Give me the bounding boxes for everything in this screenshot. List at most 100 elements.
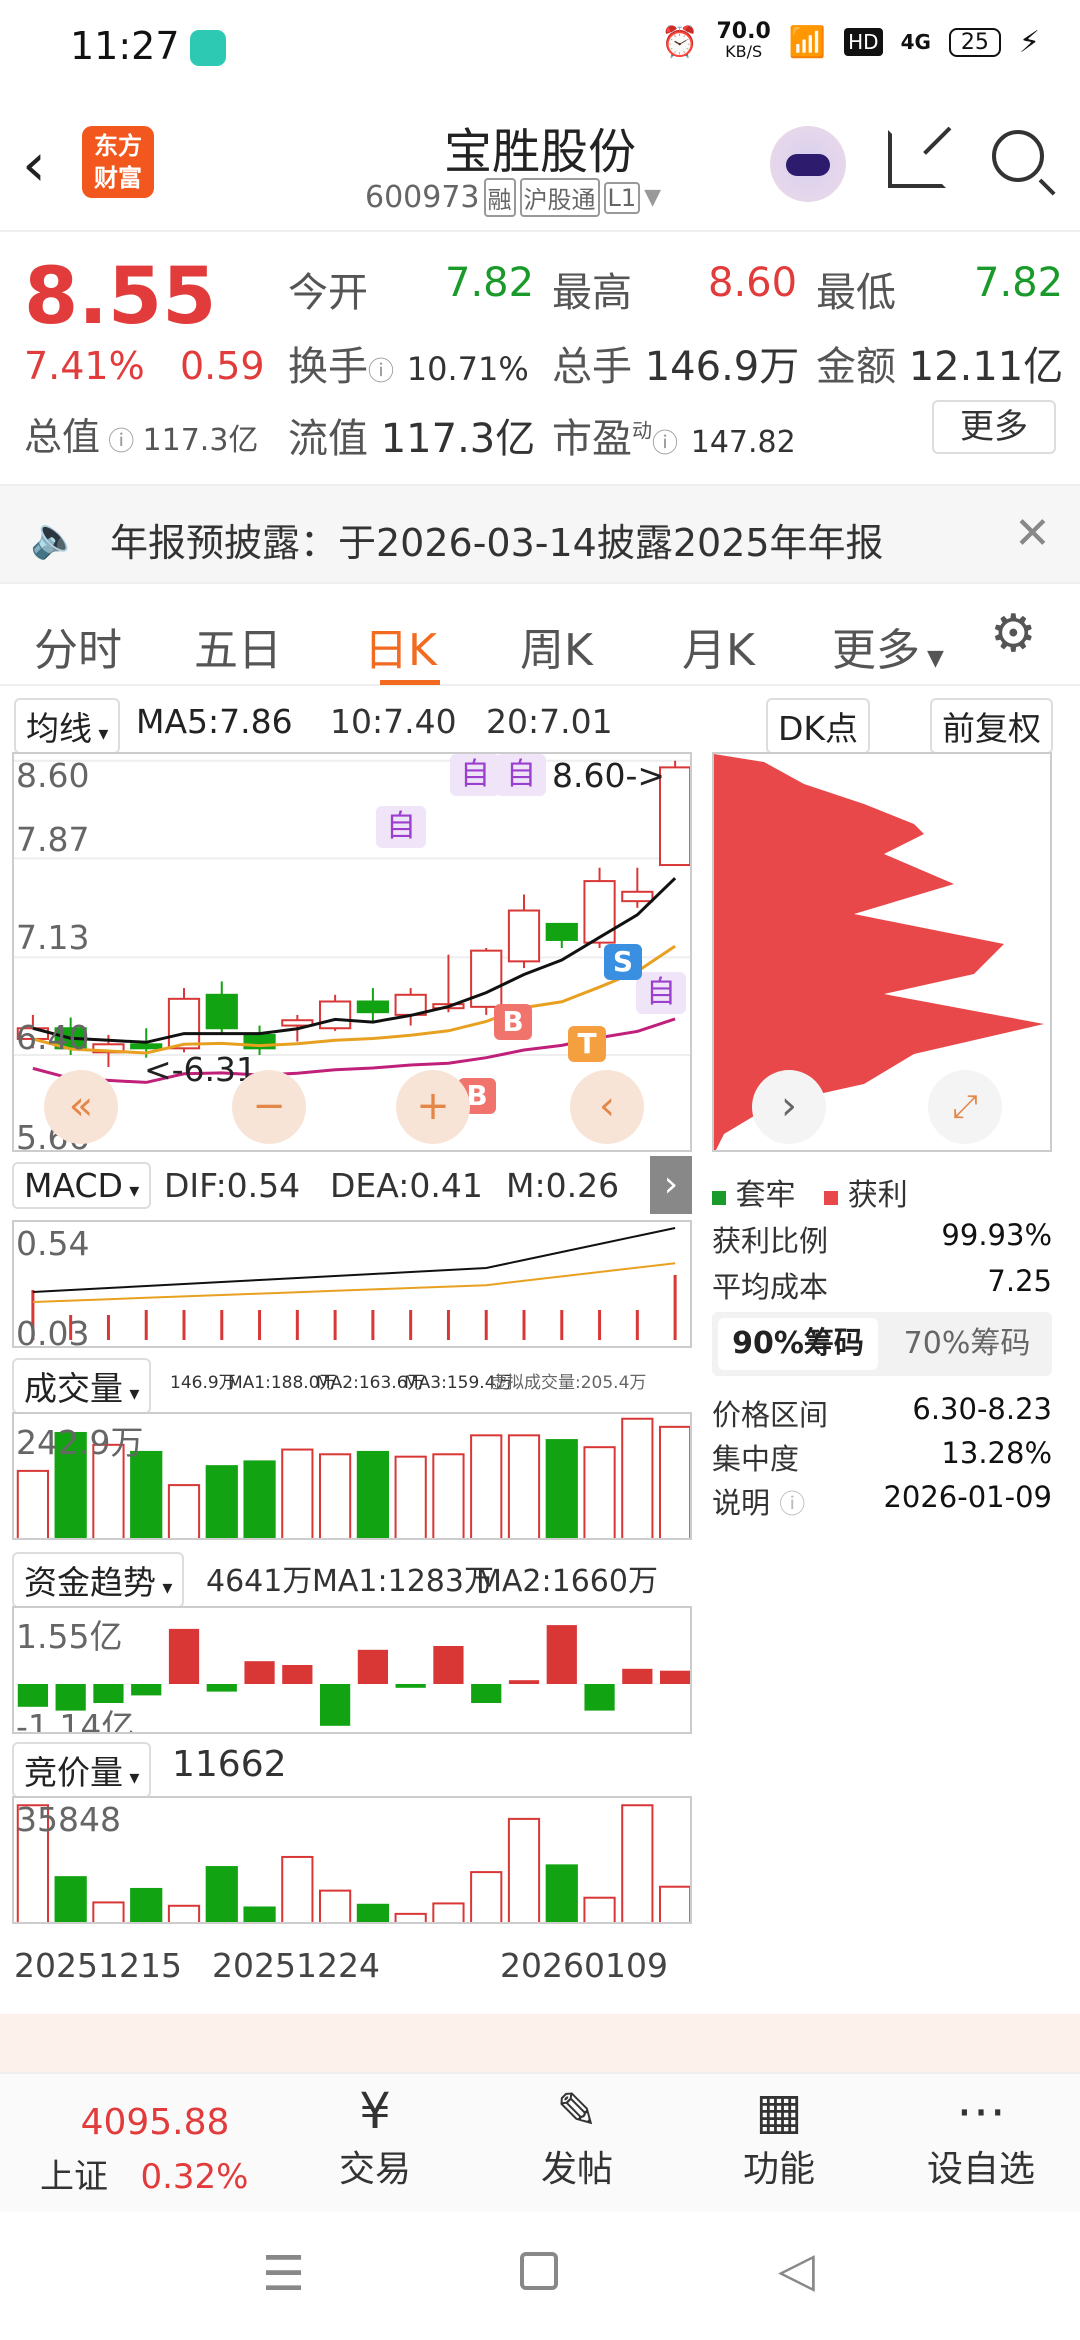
tab-chip-90[interactable]: 90%筹码 — [718, 1318, 878, 1370]
caret-down-icon[interactable]: ▼ — [644, 185, 661, 210]
stock-header: ‹ 东方 财富 宝胜股份 600973 融 沪股通 L1 ▼ — [0, 96, 1080, 232]
fund-bar — [433, 1646, 464, 1684]
more-button[interactable]: 更多 — [932, 400, 1056, 454]
info-icon[interactable]: ⓘ — [779, 1490, 805, 1520]
volume-bar — [16, 1469, 49, 1538]
back-nav-icon[interactable]: ◁ — [778, 2242, 815, 2298]
bottom-nav: 4095.88 上证 0.32% ¥ 交易 ✎ 发帖 ▦ 功能 ⋯ 设自选 — [0, 2072, 1080, 2212]
info-icon[interactable]: ⓘ — [100, 427, 143, 457]
kline-panel[interactable]: 8.60 7.87 7.13 6.40 5.66 8.60-> <-6.31 自… — [12, 752, 692, 1152]
menu-icon[interactable]: ☰ — [262, 2246, 305, 2302]
wifi-icon: 📶 — [788, 24, 827, 60]
home-icon[interactable] — [520, 2252, 558, 2290]
fund-bar — [471, 1684, 502, 1703]
prev-button[interactable]: ‹ — [570, 1070, 644, 1144]
fund-bar — [508, 1680, 540, 1684]
auction-bar — [545, 1864, 578, 1922]
tab-chip-70[interactable]: 70%筹码 — [892, 1318, 1042, 1370]
tab-intraday[interactable]: 分时 — [34, 614, 122, 678]
fund-bar — [282, 1665, 313, 1684]
tab-weekly-k[interactable]: 周K — [520, 614, 593, 678]
ma-selector[interactable]: 均线 ▾ — [14, 698, 121, 754]
self-select-marker[interactable]: 自 — [496, 754, 546, 796]
sell-marker[interactable]: S — [604, 944, 642, 980]
nav-functions[interactable]: ▦ 功能 — [714, 2082, 844, 2192]
nav-trade[interactable]: ¥ 交易 — [310, 2082, 440, 2192]
dea-line — [32, 1262, 676, 1303]
volume-panel[interactable]: 242.9万 — [12, 1412, 692, 1540]
self-select-marker[interactable]: 自 — [636, 972, 686, 1014]
tag-hgt: 沪股通 — [519, 178, 600, 217]
share-icon[interactable] — [888, 126, 952, 188]
open-label: 今开 — [288, 270, 368, 316]
adjust-button[interactable]: 前复权 — [930, 698, 1053, 754]
macd-panel[interactable]: 0.54 0.03 — [12, 1220, 692, 1348]
notice-bar[interactable]: 🔈 年报预披露：于2026-03-14披露2025年年报 ✕ — [0, 484, 1080, 584]
chip-distribution-panel[interactable]: › ⤢ — [712, 752, 1052, 1152]
fund-trend-selector[interactable]: 资金趋势 ▾ — [12, 1552, 185, 1608]
tab-daily-k[interactable]: 日K — [364, 614, 437, 678]
settings-icon[interactable]: ⚙ — [990, 604, 1037, 664]
zoom-out-button[interactable]: − — [232, 1070, 306, 1144]
notice-text[interactable]: 年报预披露：于2026-03-14披露2025年年报 — [110, 512, 884, 567]
self-select-marker[interactable]: 自 — [450, 754, 500, 796]
auction-bar — [394, 1912, 427, 1922]
self-select-marker[interactable]: 自 — [376, 806, 426, 848]
macd-chart — [31, 1227, 677, 1340]
chip-stat-row: 平均成本 7.25 — [712, 1264, 1052, 1304]
volume-selector[interactable]: 成交量 ▾ — [12, 1358, 152, 1414]
auction-bar — [281, 1855, 314, 1922]
fund-bar — [357, 1649, 388, 1684]
zoom-in-button[interactable]: + — [396, 1070, 470, 1144]
float-cap: 流值 117.3亿 — [288, 416, 536, 462]
turnover: 换手ⓘ 10.71% — [288, 344, 529, 390]
market-cap: 总值 ⓘ 117.3亿 — [24, 415, 259, 459]
auction-selector[interactable]: 竞价量 ▾ — [12, 1742, 152, 1798]
volume-bar — [507, 1434, 541, 1538]
speaker-icon: 🔈 — [30, 515, 80, 561]
pe-ratio: 市盈动ⓘ 147.82 — [552, 416, 796, 462]
expand-icon[interactable]: ⤢ — [928, 1070, 1002, 1144]
volume-value: 146.9万 — [170, 1373, 236, 1393]
tab-more[interactable]: 更多 ▼ — [832, 614, 944, 678]
nav-add-watchlist[interactable]: ⋯ 设自选 — [916, 2082, 1046, 2192]
tab-monthly-k[interactable]: 月K — [682, 614, 755, 678]
index-value: 4095.88 — [80, 2102, 230, 2143]
dk-point-button[interactable]: DK点 — [766, 698, 871, 754]
fund-bar — [168, 1628, 200, 1684]
next-button[interactable]: › — [752, 1070, 826, 1144]
fund-bar — [660, 1670, 690, 1684]
y-tick: 7.13 — [16, 918, 90, 957]
volume-bar — [130, 1450, 163, 1538]
buy-marker[interactable]: B — [494, 1004, 532, 1040]
info-icon[interactable]: ⓘ — [368, 357, 394, 387]
auction-panel[interactable]: 35848 — [12, 1796, 692, 1924]
volume-bar — [621, 1417, 654, 1538]
index-ticker[interactable]: 4095.88 上证 0.32% — [40, 2102, 270, 2198]
volume-bar — [356, 1450, 389, 1538]
rewind-button[interactable]: « — [44, 1070, 118, 1144]
auction-value: 11662 — [172, 1744, 287, 1785]
candle — [167, 997, 201, 1050]
fund-trend-panel[interactable]: 1.55亿 -1.14亿 — [12, 1606, 692, 1734]
auction-top-label: 35848 — [16, 1800, 121, 1839]
app-notification-icon — [190, 30, 226, 66]
search-icon[interactable] — [992, 130, 1056, 196]
charging-icon: ⚡ — [1018, 24, 1040, 60]
t-marker[interactable]: T — [568, 1026, 606, 1062]
quote-panel: 8.55 7.41% 0.59 总值 ⓘ 117.3亿 今开 7.82 最高 8… — [0, 232, 1080, 482]
low-value: 7.82 — [974, 260, 1064, 306]
candle — [130, 1043, 163, 1050]
macd-selector[interactable]: MACD ▾ — [12, 1162, 152, 1209]
info-icon[interactable]: ⓘ — [652, 429, 678, 459]
assistant-avatar[interactable] — [770, 126, 846, 202]
close-icon[interactable]: ✕ — [1014, 508, 1051, 559]
nav-post[interactable]: ✎ 发帖 — [512, 2082, 642, 2192]
volume: 总手 146.9万 — [552, 344, 800, 390]
stock-tags: 600973 融 沪股通 L1 ▼ — [365, 178, 661, 217]
volume-bar — [432, 1453, 465, 1538]
ma-line-5 — [32, 877, 677, 1044]
tab-five-day[interactable]: 五日 — [194, 614, 282, 678]
volume-bar — [470, 1434, 503, 1538]
collapse-arrow-icon[interactable]: › — [650, 1156, 692, 1214]
